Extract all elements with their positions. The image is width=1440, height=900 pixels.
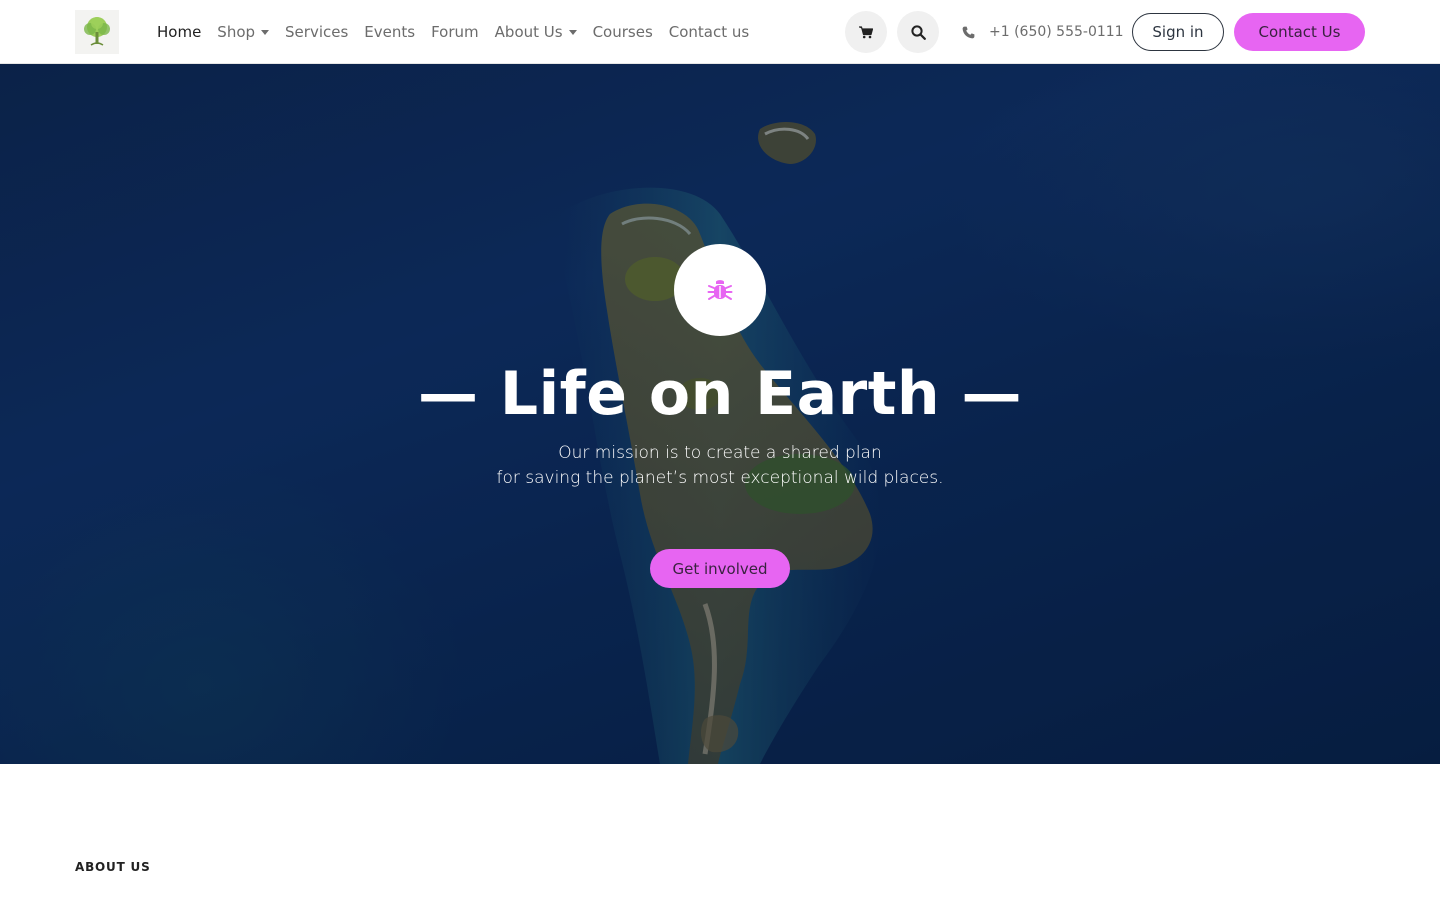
nav-contact-us-label: Contact us [668,23,750,41]
phone-link[interactable]: +1 (650) 555-0111 [962,0,1124,64]
nav-events[interactable]: Events [356,0,423,64]
nav-events-label: Events [364,23,416,41]
nav-courses-label: Courses [592,23,653,41]
nav-forum-label: Forum [431,23,479,41]
nav-contact-us[interactable]: Contact us [661,0,757,64]
nav-courses[interactable]: Courses [585,0,661,64]
nav-services-label: Services [285,23,349,41]
sign-in-button[interactable]: Sign in [1132,13,1224,51]
about-heading: ABOUT US [75,860,151,874]
cart-button[interactable] [845,11,887,53]
main-nav: Home Shop Services Events Forum About Us… [149,0,757,64]
nav-shop-label: Shop [217,23,256,41]
search-button[interactable] [897,11,939,53]
hero-section: — Life on Earth — Our mission is to crea… [0,64,1440,764]
chevron-down-icon [568,29,577,35]
nav-services[interactable]: Services [277,0,356,64]
contact-us-button[interactable]: Contact Us [1234,13,1365,51]
site-logo[interactable] [75,10,119,54]
hero-subtitle-line2: for saving the planet’s most exceptional… [496,468,944,488]
top-navbar: Home Shop Services Events Forum About Us… [0,0,1440,64]
tree-logo-icon [84,17,110,46]
hero-subtitle-line1: Our mission is to create a shared plan [558,443,882,463]
nav-shop[interactable]: Shop [209,0,277,64]
bug-icon [707,280,733,300]
nav-home[interactable]: Home [149,0,209,64]
search-icon [910,24,926,40]
nav-about-us-label: About Us [494,23,563,41]
phone-number: +1 (650) 555-0111 [989,24,1124,40]
nav-home-label: Home [157,23,202,41]
hero-icon-badge [674,244,766,336]
nav-forum[interactable]: Forum [423,0,487,64]
nav-about-us[interactable]: About Us [487,0,585,64]
shopping-cart-icon [859,25,873,38]
get-involved-button[interactable]: Get involved [650,549,790,588]
hero-title: — Life on Earth — [417,359,1023,429]
chevron-down-icon [261,29,270,35]
phone-icon [962,26,975,39]
